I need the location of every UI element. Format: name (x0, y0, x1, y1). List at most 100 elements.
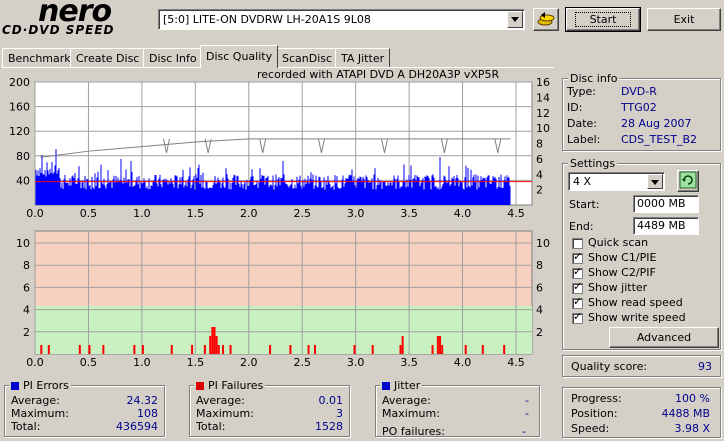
y-right-tick-label: 10 (536, 237, 550, 250)
tab-scandisc[interactable]: ScanDisc (276, 48, 339, 67)
y-right-tick-label: 14 (536, 91, 550, 104)
x-tick-label: 2.0 (240, 207, 258, 220)
pi-failures-maximum-label: Maximum: (196, 407, 254, 420)
pi-failures-total-label: Total: (196, 420, 226, 433)
start-field[interactable]: 0000 MB (633, 195, 699, 213)
pi-failure-bar (222, 345, 225, 354)
exit-button[interactable]: Exit (647, 8, 721, 31)
exit-button-label: Exit (673, 13, 695, 26)
x-tick-label: 0.5 (80, 207, 98, 220)
chevron-down-icon[interactable] (647, 174, 663, 189)
show-jitter-label: Show jitter (588, 281, 648, 294)
y-right-tick-label: 2 (536, 184, 543, 197)
y-left-tick-label: 120 (9, 125, 30, 138)
pi-failure-bar (371, 345, 374, 354)
y-right-tick-label: 12 (536, 107, 550, 120)
pi-failure-bar (102, 345, 105, 354)
drive-select[interactable]: [5:0] LITE-ON DVDRW LH-20A1S 9L08 (158, 9, 525, 30)
start-field-label: Start: (569, 198, 600, 211)
x-tick-label: 1.0 (133, 207, 151, 220)
pi-failure-bar (213, 327, 216, 354)
end-field-value: 4489 MB (637, 219, 686, 232)
pi-errors-title: PI Errors (9, 379, 71, 392)
y-right-tick-label: 4 (536, 304, 543, 317)
speed-refresh-button[interactable] (677, 170, 699, 192)
disc-id-value: TTG02 (621, 101, 657, 114)
show-read-speed-label: Show read speed (588, 296, 683, 309)
tab-ta-jitter[interactable]: TA Jitter (335, 48, 391, 67)
start-button-label: Start (574, 12, 632, 27)
show-c1-pie-label: Show C1/PIE (588, 251, 657, 264)
pi-failure-bar (353, 345, 356, 354)
pi-errors-maximum-value: 108 (137, 407, 158, 420)
start-button[interactable]: Start (565, 7, 641, 32)
pi-failure-bar (441, 345, 444, 354)
quality-score-value: 93 (698, 360, 712, 373)
x-tick-label: 4.5 (507, 356, 525, 368)
y-right-tick-label: 8 (536, 259, 543, 272)
quality-score-label: Quality score: (571, 360, 648, 373)
pi-failure-bar (439, 336, 442, 354)
end-field-label: End: (569, 220, 594, 233)
x-tick-label: 1.0 (133, 356, 151, 368)
end-field[interactable]: 4489 MB (633, 217, 699, 235)
disc-info-title: Disc info (568, 72, 620, 85)
tab-benchmark[interactable]: Benchmark (2, 48, 77, 67)
y-right-tick-label: 16 (536, 76, 550, 89)
drive-select-value: [5:0] LITE-ON DVDRW LH-20A1S 9L08 (163, 13, 371, 26)
pi-failure-bar (217, 345, 220, 354)
show-read-speed-checkbox[interactable] (572, 295, 583, 309)
po-failures-value: - (522, 425, 526, 438)
tab-disc-info[interactable]: Disc Info (143, 48, 203, 67)
disc-date-label: Date: (567, 117, 597, 130)
pi-failure-bar (481, 345, 484, 354)
pi-failure-bar (464, 345, 467, 354)
pi-failure-bar (141, 345, 144, 354)
tab-create-disc[interactable]: Create Disc (70, 48, 146, 67)
pi-failure-bar (313, 345, 316, 354)
pi-errors-legend-swatch (11, 382, 19, 390)
pi-failures-average-value: 0.01 (318, 394, 344, 407)
quick-scan-checkbox[interactable] (572, 238, 583, 249)
nero-logo: nero CD·DVD SPEED (2, 0, 152, 40)
pi-errors-total-label: Total: (11, 420, 41, 433)
x-tick-label: 0.0 (26, 207, 44, 220)
show-jitter-checkbox[interactable] (572, 280, 583, 294)
pi-failure-bar (203, 345, 206, 354)
disc-type-value: DVD-R (621, 85, 657, 98)
chevron-down-icon[interactable] (507, 11, 523, 28)
disc-label-label: Label: (567, 133, 601, 146)
jitter-title: Jitter (380, 379, 423, 392)
drive-refresh-icon (537, 12, 555, 26)
pi-failure-bar (88, 345, 91, 354)
advanced-button-label: Advanced (636, 331, 692, 344)
pi-errors-total-value: 436594 (116, 420, 158, 433)
tab-disc-quality[interactable]: Disc Quality (200, 45, 279, 68)
pi-failure-bar (40, 345, 43, 354)
settings-title: Settings (568, 157, 618, 170)
show-c1-pie-checkbox[interactable] (572, 250, 583, 264)
x-tick-label: 3.0 (347, 356, 365, 368)
y-right-tick-label: 6 (536, 153, 543, 166)
jitter-average-value: - (525, 394, 529, 407)
show-c2-pif-checkbox[interactable] (572, 265, 583, 279)
pi-failure-bar (215, 336, 218, 354)
drive-refresh-button[interactable] (533, 8, 559, 31)
y-left-tick-label: 160 (9, 101, 30, 114)
speed-value: 3.98 X (674, 422, 710, 435)
progress-label: Progress: (571, 392, 622, 405)
show-write-speed-checkbox[interactable] (572, 310, 583, 324)
pi-errors-group: PI Errors Average: 24.32 Maximum: 108 To… (4, 379, 165, 437)
advanced-button[interactable]: Advanced (609, 327, 719, 348)
po-failures-label: PO failures: (382, 425, 445, 438)
logo-product: CD·DVD SPEED (2, 23, 115, 37)
x-tick-label: 4.5 (507, 207, 525, 220)
y-right-tick-label: 10 (536, 122, 550, 135)
pi-failure-bar (209, 336, 212, 354)
quick-scan-label: Quick scan (588, 236, 649, 249)
pi-failures-average-label: Average: (196, 394, 245, 407)
disc-date-value: 28 Aug 2007 (621, 117, 692, 130)
speed-select[interactable]: 4 X (568, 172, 665, 191)
jitter-average-label: Average: (382, 394, 431, 407)
pi-failures-legend-swatch (196, 382, 204, 390)
